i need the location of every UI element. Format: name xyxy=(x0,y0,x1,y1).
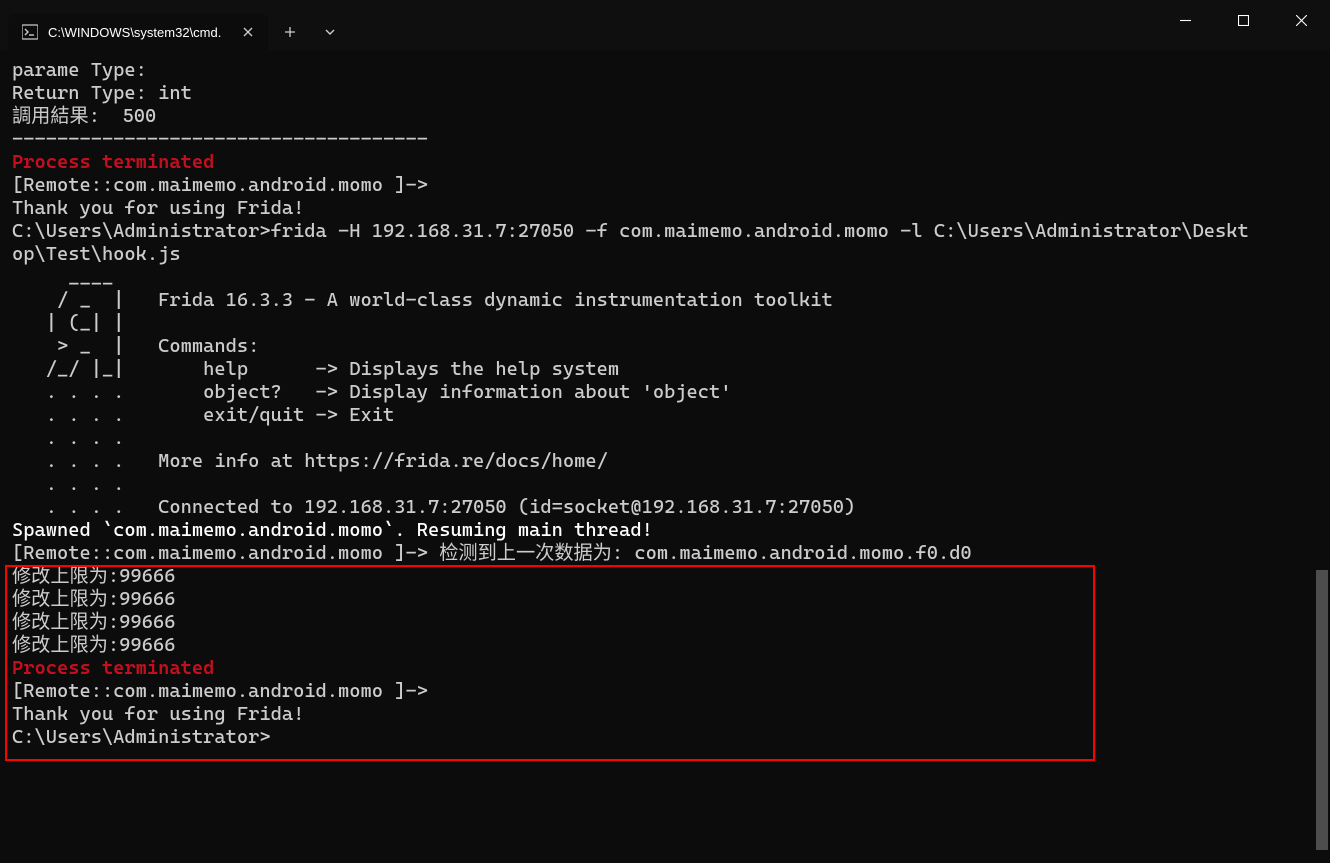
terminal-line: . . . . exit/quit -> Exit xyxy=(12,403,1318,426)
terminal-line: Thank you for using Frida! xyxy=(12,196,1318,219)
terminal-line: C:\Users\Administrator>frida -H 192.168.… xyxy=(12,219,1318,242)
terminal-line: / _ | Frida 16.3.3 - A world-class dynam… xyxy=(12,288,1318,311)
terminal-prompt[interactable]: C:\Users\Administrator> xyxy=(12,725,1318,748)
terminal-line: ------------------------------------- xyxy=(12,127,1318,150)
terminal-line: Thank you for using Frida! xyxy=(12,702,1318,725)
terminal-line: Process terminated xyxy=(12,656,1318,679)
terminal-line: 修改上限为:99666 xyxy=(12,587,1318,610)
maximize-button[interactable] xyxy=(1214,0,1272,40)
terminal-line: . . . . xyxy=(12,426,1318,449)
terminal-line: . . . . Connected to 192.168.31.7:27050 … xyxy=(12,495,1318,518)
tab-dropdown-button[interactable] xyxy=(312,14,348,50)
minimize-button[interactable] xyxy=(1156,0,1214,40)
window-controls xyxy=(1156,0,1330,40)
terminal-line: Return Type: int xyxy=(12,81,1318,104)
terminal-line: . . . . More info at https://frida.re/do… xyxy=(12,449,1318,472)
cursor xyxy=(271,725,283,746)
titlebar: C:\WINDOWS\system32\cmd. xyxy=(0,0,1330,50)
terminal-line: 修改上限为:99666 xyxy=(12,564,1318,587)
terminal-line: /_/ |_| help -> Displays the help system xyxy=(12,357,1318,380)
terminal-line: | (_| | xyxy=(12,311,1318,334)
terminal-line: > _ | Commands: xyxy=(12,334,1318,357)
terminal-line: [Remote::com.maimemo.android.momo ]-> xyxy=(12,173,1318,196)
close-window-button[interactable] xyxy=(1272,0,1330,40)
tab-close-button[interactable] xyxy=(238,22,258,42)
terminal-output[interactable]: parame Type:Return Type: int調用結果: 500---… xyxy=(0,50,1330,863)
terminal-line: Process terminated xyxy=(12,150,1318,173)
scrollbar[interactable] xyxy=(1314,50,1330,863)
terminal-line: op\Test\hook.js xyxy=(12,242,1318,265)
terminal-line: 調用結果: 500 xyxy=(12,104,1318,127)
terminal-line: parame Type: xyxy=(12,58,1318,81)
terminal-line: [Remote::com.maimemo.android.momo ]-> xyxy=(12,679,1318,702)
terminal-line: . . . . xyxy=(12,472,1318,495)
terminal-line: [Remote::com.maimemo.android.momo ]-> 检测… xyxy=(12,541,1318,564)
terminal-line: ____ xyxy=(12,265,1318,288)
tab-title: C:\WINDOWS\system32\cmd. xyxy=(48,25,228,40)
terminal-line: 修改上限为:99666 xyxy=(12,633,1318,656)
terminal-line: . . . . object? -> Display information a… xyxy=(12,380,1318,403)
terminal-line: 修改上限为:99666 xyxy=(12,610,1318,633)
terminal-area[interactable]: parame Type:Return Type: int調用結果: 500---… xyxy=(0,50,1330,863)
tab-active[interactable]: C:\WINDOWS\system32\cmd. xyxy=(8,14,268,50)
new-tab-button[interactable] xyxy=(272,14,308,50)
scrollbar-thumb[interactable] xyxy=(1316,570,1328,850)
cmd-icon xyxy=(22,24,38,40)
terminal-line: Spawned `com.maimemo.android.momo`. Resu… xyxy=(12,518,1318,541)
